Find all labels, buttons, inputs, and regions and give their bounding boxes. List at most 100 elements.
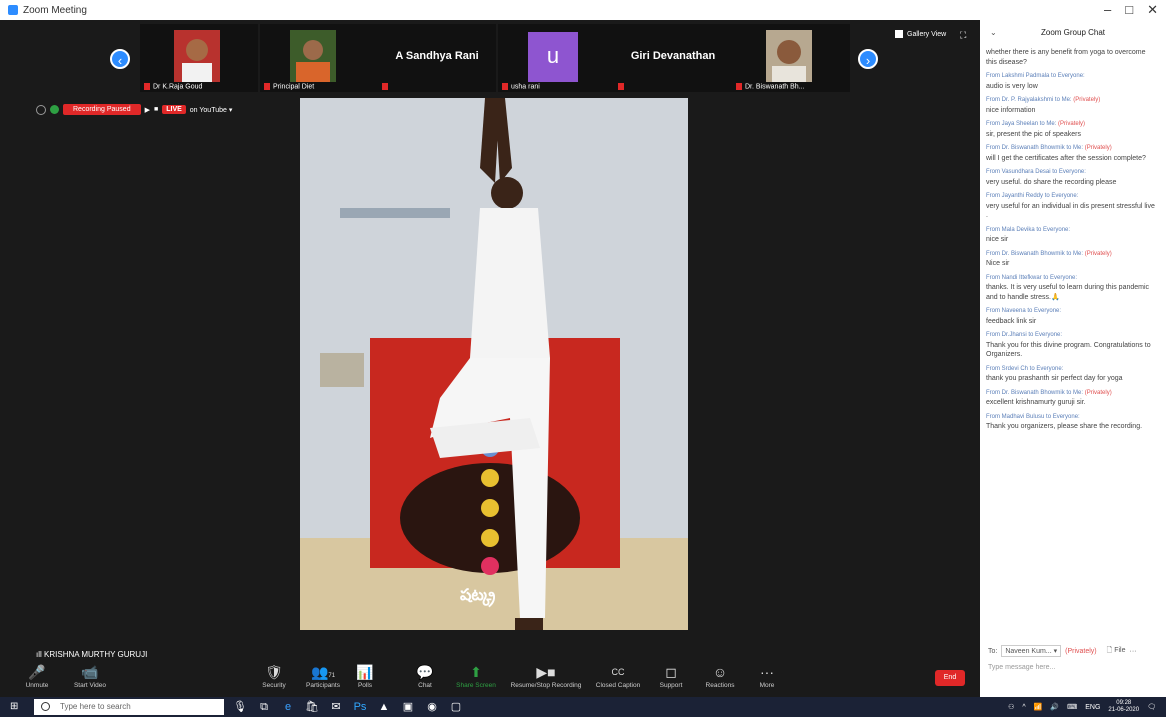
stop-icon[interactable]: ■: [154, 106, 158, 113]
live-platform-dropdown[interactable]: on YouTube ▾: [190, 106, 233, 114]
chat-message-text: nice information: [986, 106, 1036, 114]
chat-message: From Nandi Ittefkwar to Everyone: thanks.…: [986, 274, 1156, 303]
recording-bar: Recording Paused ▶ ■ LIVE on YouTube ▾: [36, 104, 232, 115]
more-options-icon[interactable]: ···: [1129, 648, 1136, 655]
muted-mic-icon: [264, 82, 270, 90]
taskbar-apps: 🎙 ⧉ e 🛍 ✉ Ps ▲ ▣ ◉ ▢: [232, 699, 464, 715]
support-button[interactable]: ◻ Support: [654, 662, 688, 689]
task-view-icon[interactable]: ⧉: [256, 699, 272, 715]
more-button[interactable]: ··· More: [752, 662, 782, 689]
minimize-button[interactable]: –: [1104, 3, 1111, 16]
mail-icon[interactable]: ✉: [328, 699, 344, 715]
chat-message: From Naveena to Everyone: feedback link s…: [986, 307, 1156, 326]
photos-icon[interactable]: ▣: [400, 699, 416, 715]
unmute-button[interactable]: 🎤 Unmute: [22, 662, 52, 689]
chat-message-text: Thank you organizers, please share the r…: [986, 423, 1143, 430]
fullscreen-icon[interactable]: ⛶: [960, 30, 966, 41]
chat-button[interactable]: 💬 Chat: [410, 662, 440, 689]
muted-mic-icon: [144, 82, 150, 90]
photoshop-icon[interactable]: Ps: [352, 699, 368, 715]
keyboard-icon[interactable]: ⌨: [1067, 703, 1077, 711]
yoga-video-frame: [300, 98, 688, 630]
store-icon[interactable]: 🛍: [304, 699, 320, 715]
chat-message-sender: From Jayanthi Reddy to Everyone:: [986, 193, 1079, 199]
participant-display-name: A Sandhya Rani: [395, 50, 479, 62]
zoom-taskbar-icon[interactable]: ▢: [448, 699, 464, 715]
participant-tile[interactable]: Dr. Biswanath Bh...: [732, 24, 850, 92]
vlc-icon[interactable]: ▲: [376, 699, 392, 715]
chat-message: From Lakshmi Padmala to Everyone: audio i…: [986, 72, 1156, 91]
tray-chevron-icon[interactable]: ^: [1022, 704, 1025, 711]
polls-button[interactable]: 📊 Polls: [350, 662, 380, 689]
start-video-button[interactable]: 📹 Start Video: [70, 662, 110, 689]
windows-taskbar: ⊞ Type here to search 🎙 ⧉ e 🛍 ✉ Ps ▲ ▣ ◉…: [0, 697, 1166, 717]
chat-panel: ⌄ Zoom Group Chat whether there is any b…: [980, 20, 1166, 697]
active-speaker-label: ıll KRISHNA MURTHY GURUJI: [36, 650, 148, 659]
end-meeting-button[interactable]: End: [935, 670, 965, 686]
participant-tile[interactable]: Giri Devanathan: [614, 24, 732, 92]
chat-message-sender: From Madhavi Bulusu to Everyone:: [986, 413, 1080, 420]
microphone-icon[interactable]: 🎙: [232, 699, 248, 715]
language-indicator[interactable]: ENG: [1085, 704, 1100, 711]
people-icon[interactable]: ⚇: [1008, 703, 1014, 711]
chat-message-text: audio is very low: [986, 82, 1038, 90]
participants-button[interactable]: 👥71 Participants: [300, 662, 346, 689]
chat-input[interactable]: Type message here...: [988, 664, 1055, 671]
chat-message: From Vasundhara Desai to Everyone: very u…: [986, 168, 1156, 187]
clock[interactable]: 09:28 21-06-2020: [1108, 700, 1139, 714]
participant-avatar: u: [528, 32, 578, 82]
resume-stop-recording-button[interactable]: ▶■ Resume/Stop Recording: [508, 662, 584, 689]
chat-message: From Mala Devika to Everyone: nice sir: [986, 226, 1156, 245]
chat-message-text: very useful for an individual in dis pre…: [986, 202, 1155, 220]
participant-tile[interactable]: A Sandhya Rani: [378, 24, 496, 92]
chevron-down-icon[interactable]: ⌄: [990, 28, 997, 37]
next-page-arrow-icon[interactable]: ›: [858, 49, 878, 69]
reactions-button[interactable]: ☺ Reactions: [700, 662, 740, 689]
participant-tile[interactable]: Principal Diet: [260, 24, 378, 92]
edge-icon[interactable]: e: [280, 699, 296, 715]
chat-message-sender: From Srdevi Ch to Everyone:: [986, 365, 1064, 372]
participant-name: Principal Diet: [264, 82, 314, 90]
private-label: (Privately): [1065, 647, 1097, 655]
window-title: Zoom Meeting: [23, 4, 87, 16]
chat-message-sender: From Vasundhara Desai to Everyone:: [986, 169, 1086, 175]
maximize-button[interactable]: □: [1125, 3, 1133, 16]
closed-caption-button[interactable]: CC Closed Caption: [592, 662, 644, 689]
taskbar-search-input[interactable]: Type here to search: [34, 699, 224, 715]
participant-tile[interactable]: u usha rani: [498, 24, 616, 92]
chat-message-sender: From Dr. P. Rajyalakshmi to Me: (Private…: [986, 97, 1101, 103]
chat-message-sender: From Dr. Biswanath Bhowmik to Me: (Priva…: [986, 250, 1112, 257]
close-button[interactable]: ✕: [1147, 3, 1158, 16]
shield-icon: 🛡: [265, 664, 283, 680]
participant-photo: [290, 30, 336, 82]
chat-message-sender: From Lakshmi Padmala to Everyone:: [986, 73, 1085, 79]
participant-photo: [174, 30, 220, 82]
network-icon[interactable]: 📶: [1034, 703, 1043, 711]
gallery-view-button[interactable]: Gallery View: [895, 30, 946, 38]
security-shield-icon: [50, 105, 59, 114]
resume-icon[interactable]: ▶: [145, 106, 150, 114]
more-icon: ···: [760, 664, 774, 680]
windows-start-icon[interactable]: ⊞: [10, 702, 20, 712]
chat-message: From Dr. Biswanath Bhowmik to Me: (Priva…: [986, 389, 1156, 408]
file-button[interactable]: 🗋 File: [1107, 646, 1126, 657]
prev-page-arrow-icon[interactable]: ‹: [110, 49, 130, 69]
info-icon[interactable]: [36, 104, 46, 115]
security-button[interactable]: 🛡 Security: [256, 662, 292, 689]
volume-icon[interactable]: 🔊: [1050, 703, 1059, 711]
participant-tile[interactable]: Dr K.Raja Goud: [140, 24, 258, 92]
participant-strip: ‹ Dr K.Raja Goud Principal Diet A Sandhy…: [0, 20, 980, 92]
signal-icon: ıll: [36, 650, 42, 659]
chat-log[interactable]: whether there is any benefit from yoga t…: [986, 48, 1156, 437]
notifications-icon[interactable]: 🗨: [1147, 703, 1156, 711]
chat-header: ⌄ Zoom Group Chat: [980, 28, 1166, 37]
chat-message-text: excellent krishnamurty guruji sir.: [986, 399, 1086, 406]
participant-name: [618, 82, 627, 90]
share-screen-button[interactable]: ⬆ Share Screen: [454, 662, 498, 689]
polls-icon: 📊: [356, 664, 374, 680]
chat-message-text: nice sir: [986, 236, 1009, 243]
recording-status: Recording Paused: [63, 104, 141, 115]
muted-mic-icon: [502, 82, 508, 90]
recipient-dropdown[interactable]: Naveen Kum... ▾: [1001, 645, 1062, 657]
chrome-icon[interactable]: ◉: [424, 699, 440, 715]
